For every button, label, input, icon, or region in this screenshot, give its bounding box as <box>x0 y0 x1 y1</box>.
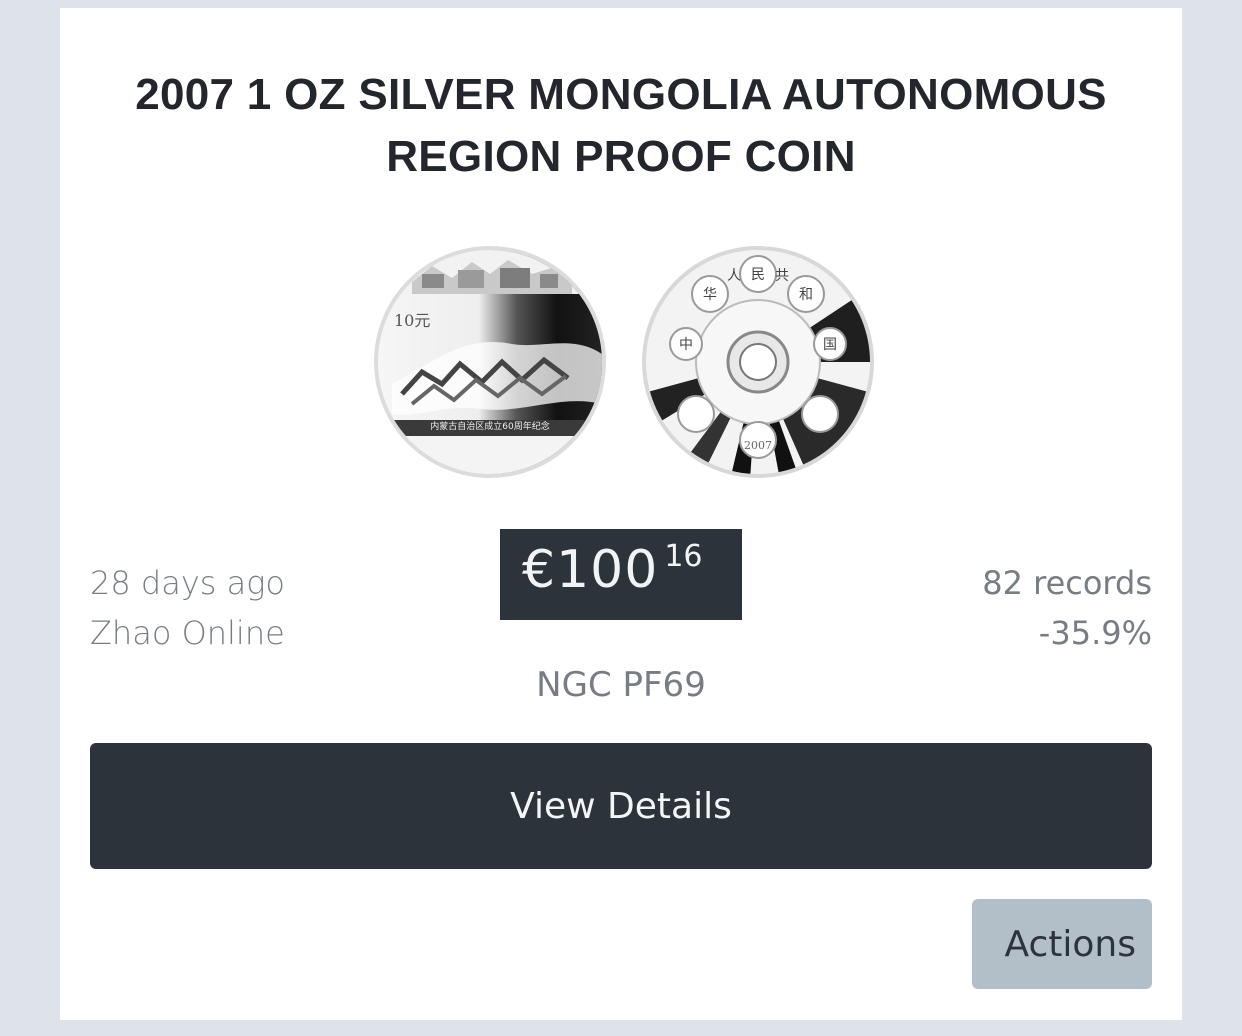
price-badge: €100 16 <box>500 529 742 620</box>
listing-meta-right: 82 records -35.9% <box>982 558 1152 658</box>
coin-obverse-image[interactable]: 10元 内蒙古自治区成立60周年纪念 <box>372 244 608 480</box>
coin-inscription: 内蒙古自治区成立60周年纪念 <box>430 420 549 432</box>
grade-label: NGC PF69 <box>536 665 706 705</box>
coin-year: 2007 <box>744 439 772 452</box>
svg-text:共: 共 <box>775 268 789 284</box>
svg-text:人: 人 <box>727 268 741 284</box>
listing-seller: Zhao Online <box>90 614 285 652</box>
listing-meta-left: 28 days ago Zhao Online <box>90 558 285 658</box>
listing-card: 2007 1 OZ SILVER MONGOLIA AUTONOMOUS REG… <box>60 8 1182 1020</box>
svg-text:国: 国 <box>823 337 837 353</box>
svg-text:华: 华 <box>703 287 717 303</box>
svg-text:中: 中 <box>679 337 693 353</box>
listing-title: 2007 1 OZ SILVER MONGOLIA AUTONOMOUS REG… <box>135 70 1107 181</box>
listing-age: 28 days ago <box>90 564 285 602</box>
actions-button[interactable]: Actions <box>972 899 1152 989</box>
svg-text:民: 民 <box>751 267 765 283</box>
records-count: 82 records <box>982 564 1152 602</box>
price-change: -35.9% <box>1038 614 1152 652</box>
view-details-button[interactable]: View Details <box>90 743 1152 869</box>
price-cents: 16 <box>664 539 703 574</box>
coin-images: 10元 内蒙古自治区成立60周年纪念 中 华 人 民 共 和 国 2007 <box>372 244 876 484</box>
svg-text:和: 和 <box>799 287 813 303</box>
price-main: €100 <box>522 540 659 600</box>
coin-denomination: 10元 <box>394 311 430 330</box>
coin-reverse-image[interactable]: 中 华 人 民 共 和 国 2007 <box>640 244 876 480</box>
